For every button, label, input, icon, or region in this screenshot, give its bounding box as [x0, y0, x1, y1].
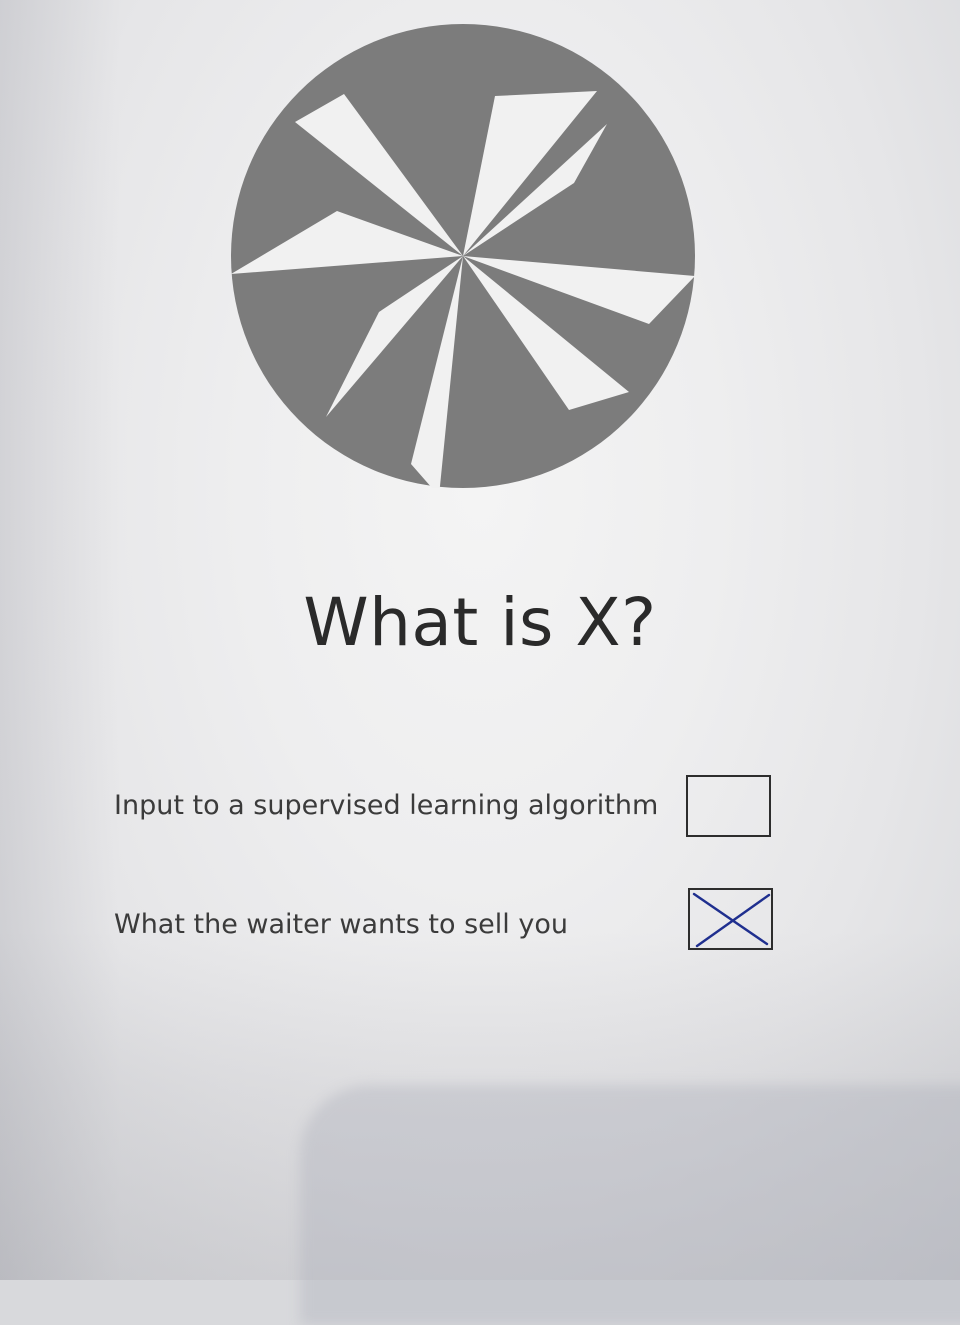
question-title: What is X?	[303, 584, 657, 661]
option-label-supervised-input: Input to a supervised learning algorithm	[114, 790, 659, 821]
phone-shadow	[300, 1085, 960, 1325]
option-checkbox-waiter-sell[interactable]	[688, 888, 773, 950]
x-mark-icon	[692, 892, 771, 948]
option-label-waiter-sell: What the waiter wants to sell you	[114, 909, 568, 940]
pinwheel-star-logo-icon	[231, 24, 695, 488]
option-checkbox-supervised-input[interactable]	[686, 775, 771, 837]
